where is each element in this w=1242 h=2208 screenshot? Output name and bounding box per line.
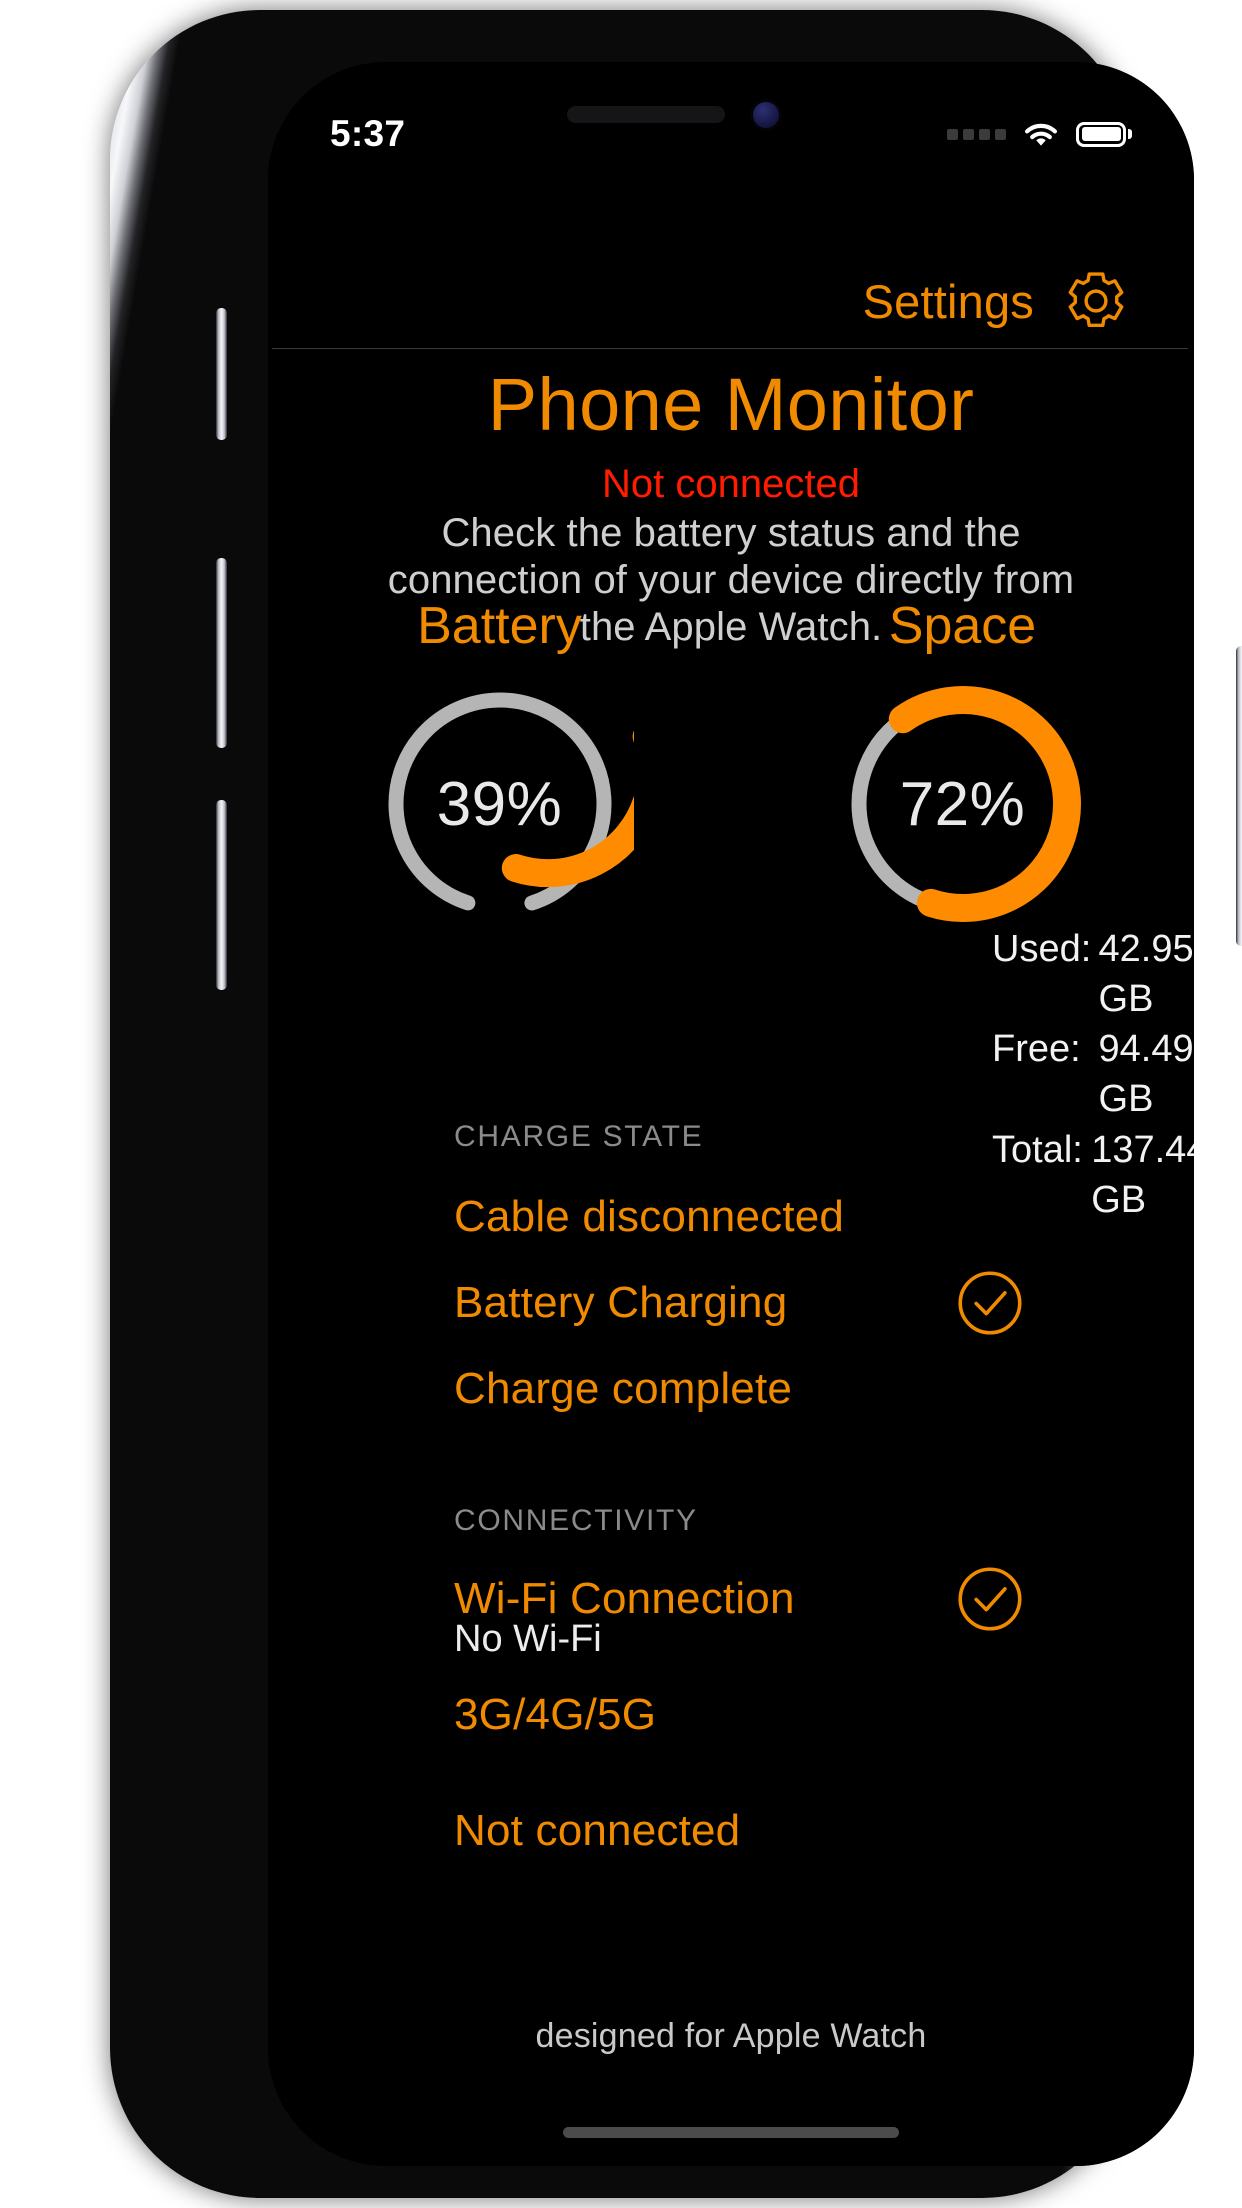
connection-status-badge: Not connected <box>602 462 860 506</box>
space-gauge-title: Space <box>888 597 1037 655</box>
home-indicator[interactable] <box>563 2127 899 2138</box>
row-charge-complete-label: Charge complete <box>454 1364 793 1413</box>
row-cable-disconnected[interactable]: Cable disconnected <box>454 1188 1024 1246</box>
row-battery-charging[interactable]: Battery Charging <box>454 1271 1024 1335</box>
row-not-connected-label: Not connected <box>454 1806 741 1855</box>
row-wifi-connection-label: Wi-Fi Connection <box>454 1574 795 1623</box>
storage-free-value: 94.49 GB <box>1098 1028 1194 1121</box>
status-bar-clock: 5:37 <box>330 113 406 154</box>
earpiece-speaker-icon <box>567 106 725 123</box>
header-divider <box>272 348 1188 349</box>
storage-used-value: 42.95 GB <box>1098 928 1194 1021</box>
phone-frame: 5:37 Settings Phone Monitor Not connecte… <box>110 10 1242 2198</box>
gear-icon[interactable] <box>1062 267 1130 335</box>
power-button[interactable] <box>1236 646 1242 946</box>
signal-dots-icon <box>947 128 1006 140</box>
row-charge-complete[interactable]: Charge complete <box>454 1360 1024 1418</box>
storage-row-used: Used: 42.95 GB <box>992 924 1194 1024</box>
battery-gauge-value: 39% <box>436 769 563 839</box>
row-battery-charging-label: Battery Charging <box>454 1278 788 1327</box>
silent-switch-button[interactable] <box>216 308 227 440</box>
checkmark-icon <box>956 1565 1024 1633</box>
front-camera-icon <box>753 102 779 128</box>
battery-gauge: Battery 39% <box>285 600 715 938</box>
app-screen: 5:37 Settings Phone Monitor Not connecte… <box>268 62 1194 2166</box>
storage-free-label: Free: <box>992 1028 1081 1071</box>
storage-row-free: Free: 94.49 GB <box>992 1024 1194 1124</box>
row-wifi-connection-sublabel: No Wi-Fi <box>454 1618 602 1660</box>
status-bar-indicators <box>947 121 1132 148</box>
battery-gauge-ring: 39% <box>366 670 634 938</box>
volume-up-button[interactable] <box>216 558 227 748</box>
row-cellular-label: 3G/4G/5G <box>454 1690 657 1739</box>
phone-screen-bezel: 5:37 Settings Phone Monitor Not connecte… <box>268 62 1194 2166</box>
checkmark-icon <box>956 1269 1024 1337</box>
storage-total-value: 137.44 GB <box>1091 1128 1194 1221</box>
app-header: Settings <box>268 258 1194 344</box>
wifi-icon <box>1023 121 1059 148</box>
volume-down-button[interactable] <box>216 800 227 990</box>
connectivity-heading: CONNECTIVITY <box>454 1504 698 1537</box>
row-cellular[interactable]: 3G/4G/5G <box>454 1686 1024 1744</box>
settings-button[interactable]: Settings <box>863 274 1034 329</box>
space-gauge: Space 72% <box>748 600 1178 938</box>
row-cable-disconnected-label: Cable disconnected <box>454 1192 845 1241</box>
space-gauge-ring: 72% <box>829 670 1097 938</box>
space-gauge-value: 72% <box>899 769 1026 839</box>
storage-used-label: Used: <box>992 928 1092 970</box>
charge-state-heading: CHARGE STATE <box>454 1120 704 1153</box>
battery-full-icon <box>1076 121 1132 147</box>
screenshot-stage: 5:37 Settings Phone Monitor Not connecte… <box>0 0 1242 2208</box>
battery-gauge-title: Battery <box>417 597 582 655</box>
footer-text: designed for Apple Watch <box>535 2017 927 2055</box>
notch <box>521 62 941 128</box>
row-not-connected[interactable]: Not connected <box>454 1802 1024 1860</box>
storage-stats: Used: 42.95 GB Free: 94.49 GB Total: 137… <box>992 924 1194 1225</box>
page-title: Phone Monitor <box>487 363 975 446</box>
